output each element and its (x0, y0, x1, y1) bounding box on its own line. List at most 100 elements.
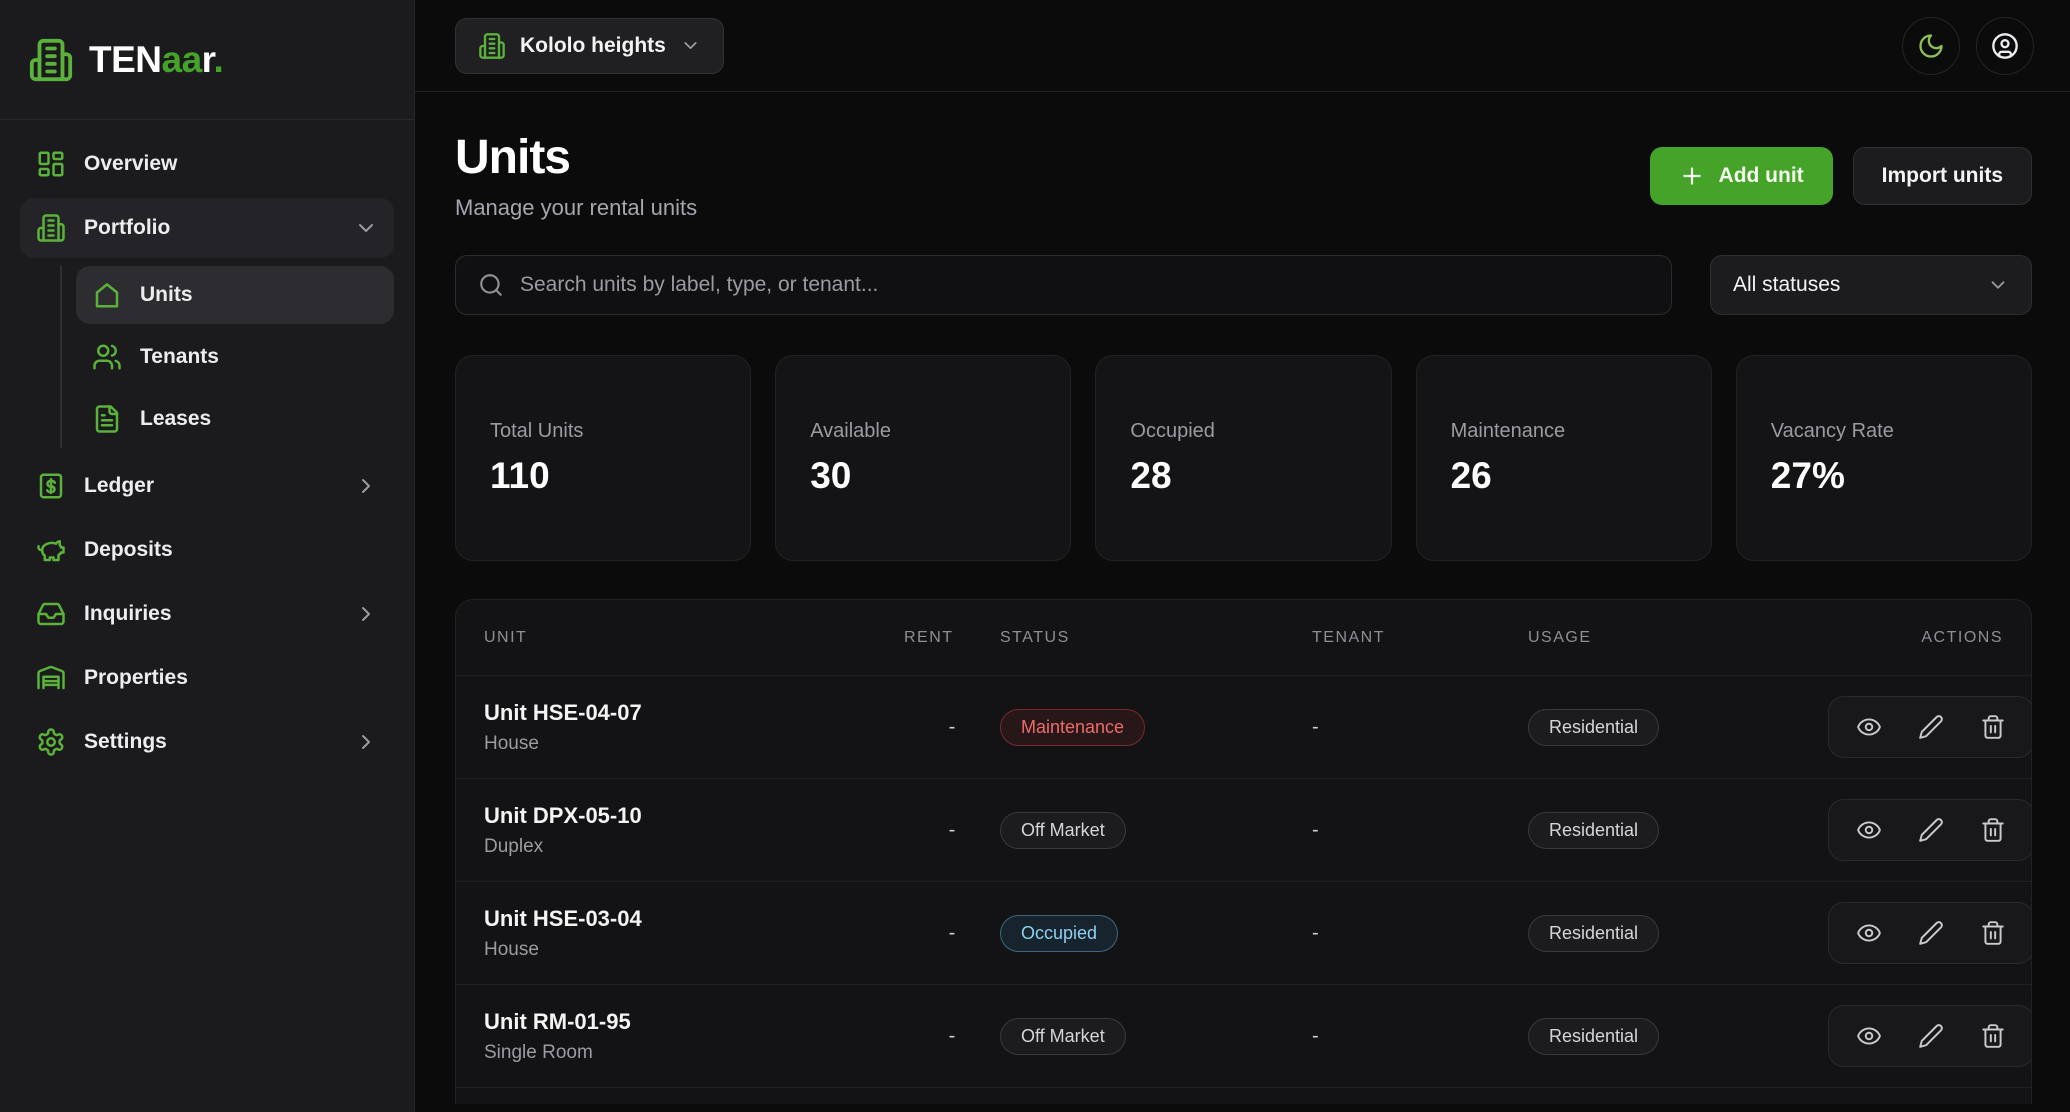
stat-card-maintenance: Maintenance 26 (1416, 355, 1712, 561)
table-row: Unit HSE-03-04 House - Occupied - Reside… (456, 882, 2031, 985)
gear-icon (36, 727, 66, 757)
tenant-value: - (1312, 922, 1528, 945)
import-units-button[interactable]: Import units (1853, 147, 2032, 205)
piggy-bank-icon (36, 535, 66, 565)
sidebar-item-properties[interactable]: Properties (20, 648, 394, 708)
sidebar-item-overview[interactable]: Overview (20, 134, 394, 194)
unit-type: House (484, 939, 904, 961)
sidebar-item-leases[interactable]: Leases (76, 390, 394, 448)
search-icon (478, 272, 504, 298)
tenant-value: - (1312, 716, 1528, 739)
user-circle-icon (1991, 32, 2019, 60)
tenant-value: - (1312, 819, 1528, 842)
stat-value: 28 (1130, 455, 1356, 497)
stat-value: 110 (490, 455, 716, 497)
portfolio-submenu: Units Tenants Leases (60, 266, 394, 448)
sidebar-item-label: Ledger (84, 474, 336, 498)
rent-value: - (904, 922, 1000, 945)
sidebar-item-label: Portfolio (84, 216, 336, 240)
view-unit-icon[interactable] (1856, 817, 1882, 843)
sidebar-item-deposits[interactable]: Deposits (20, 520, 394, 580)
units-table: UNIT RENT STATUS TENANT USAGE ACTIONS Un… (455, 599, 2032, 1104)
app-window: TENaar. Overview Portfolio (0, 0, 2070, 1112)
unit-name: Unit DPX-05-10 (484, 803, 904, 829)
theme-toggle-button[interactable] (1902, 17, 1960, 75)
unit-name: Unit RM-01-95 (484, 1009, 904, 1035)
column-header-tenant: TENANT (1312, 629, 1528, 647)
column-header-rent: RENT (904, 629, 1000, 647)
receipt-icon (36, 471, 66, 501)
status-badge: Off Market (1000, 1018, 1126, 1055)
stat-card-available: Available 30 (775, 355, 1071, 561)
sidebar-item-tenants[interactable]: Tenants (76, 328, 394, 386)
status-badge: Maintenance (1000, 709, 1145, 746)
table-row: Unit DPX-05-10 Duplex - Off Market - Res… (456, 779, 2031, 882)
stat-label: Total Units (490, 420, 716, 443)
warehouse-icon (36, 663, 66, 693)
row-actions (1828, 1005, 2032, 1067)
inbox-icon (36, 599, 66, 629)
table-clipped-row (456, 1088, 2031, 1104)
search-box (455, 255, 1672, 315)
edit-unit-icon[interactable] (1918, 817, 1944, 843)
sidebar-item-label: Tenants (140, 345, 378, 369)
edit-unit-icon[interactable] (1918, 920, 1944, 946)
chevron-right-icon (354, 602, 378, 626)
account-button[interactable] (1976, 17, 2034, 75)
unit-name: Unit HSE-03-04 (484, 906, 904, 932)
table-header-row: UNIT RENT STATUS TENANT USAGE ACTIONS (456, 600, 2031, 676)
unit-type: Single Room (484, 1042, 904, 1064)
status-filter-value: All statuses (1733, 273, 1840, 297)
building-icon (478, 32, 506, 60)
building-icon (36, 213, 66, 243)
property-selector-label: Kololo heights (520, 34, 666, 58)
sidebar-item-settings[interactable]: Settings (20, 712, 394, 772)
chevron-right-icon (354, 474, 378, 498)
page-subtitle: Manage your rental units (455, 195, 697, 221)
stat-card-total-units: Total Units 110 (455, 355, 751, 561)
view-unit-icon[interactable] (1856, 1023, 1882, 1049)
chevron-right-icon (354, 730, 378, 754)
usage-badge: Residential (1528, 709, 1659, 746)
sidebar-item-units[interactable]: Units (76, 266, 394, 324)
sidebar-item-portfolio[interactable]: Portfolio (20, 198, 394, 258)
rent-value: - (904, 716, 1000, 739)
main-area: Kololo heights (415, 0, 2070, 1112)
usage-badge: Residential (1528, 915, 1659, 952)
property-selector[interactable]: Kololo heights (455, 18, 724, 74)
sidebar-item-label: Leases (140, 407, 378, 431)
view-unit-icon[interactable] (1856, 920, 1882, 946)
header-actions: Add unit Import units (1650, 147, 2032, 205)
sidebar-item-label: Properties (84, 666, 378, 690)
row-actions (1828, 799, 2032, 861)
sidebar-item-ledger[interactable]: Ledger (20, 456, 394, 516)
delete-unit-icon[interactable] (1980, 714, 2006, 740)
status-badge: Off Market (1000, 812, 1126, 849)
search-input[interactable] (520, 273, 1649, 297)
delete-unit-icon[interactable] (1980, 1023, 2006, 1049)
status-badge: Occupied (1000, 915, 1118, 952)
delete-unit-icon[interactable] (1980, 920, 2006, 946)
stat-value: 26 (1451, 455, 1677, 497)
stat-card-occupied: Occupied 28 (1095, 355, 1391, 561)
column-header-usage: USAGE (1528, 629, 1828, 647)
topbar: Kololo heights (415, 0, 2070, 92)
moon-icon (1917, 32, 1945, 60)
sidebar-item-inquiries[interactable]: Inquiries (20, 584, 394, 644)
delete-unit-icon[interactable] (1980, 817, 2006, 843)
status-filter-select[interactable]: All statuses (1710, 255, 2032, 315)
stat-label: Available (810, 420, 1036, 443)
rent-value: - (904, 819, 1000, 842)
view-unit-icon[interactable] (1856, 714, 1882, 740)
usage-badge: Residential (1528, 812, 1659, 849)
sidebar-nav: Overview Portfolio Units (0, 120, 414, 786)
sidebar-item-label: Overview (84, 152, 378, 176)
column-header-unit: UNIT (484, 629, 904, 647)
stat-value: 27% (1771, 455, 1997, 497)
table-row: Unit HSE-04-07 House - Maintenance - Res… (456, 676, 2031, 779)
add-unit-button[interactable]: Add unit (1650, 147, 1833, 205)
edit-unit-icon[interactable] (1918, 1023, 1944, 1049)
edit-unit-icon[interactable] (1918, 714, 1944, 740)
unit-type: Duplex (484, 836, 904, 858)
add-unit-label: Add unit (1719, 164, 1804, 188)
